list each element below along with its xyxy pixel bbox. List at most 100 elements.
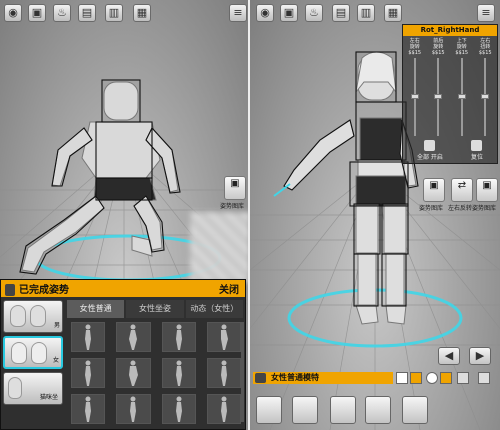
app-screen: ◉ ▣ ♨ ▤ ▥ ▦ ≡ ▣ 姿势图库 已完成姿势 关闭 男 女 猫咪坐 女性…	[0, 0, 500, 430]
avatar	[8, 377, 22, 399]
menu-icon[interactable]: ≡	[477, 4, 495, 22]
layers-icon[interactable]: ▣	[280, 4, 298, 22]
avatar	[11, 342, 27, 364]
pose-library-button[interactable]: ▣	[423, 178, 445, 202]
side-label: 姿势图库	[472, 205, 497, 212]
color-swatch-white[interactable]	[396, 372, 408, 384]
column-value: $$15	[478, 50, 492, 56]
pose-thumbnail[interactable]	[206, 358, 241, 388]
avatar	[31, 342, 47, 364]
reset-button[interactable]: 复位	[471, 140, 483, 161]
rotation-slider[interactable]	[481, 58, 490, 136]
rotation-sliders: 左右 旋转 $$15 前后 旋转 $$15 上下 旋转 $$15 左右 扭转 $…	[403, 36, 497, 136]
tool-swatch-2[interactable]	[478, 372, 490, 384]
pose-thumbnail[interactable]	[161, 394, 196, 424]
tool-swatch[interactable]	[457, 372, 469, 384]
model-label: 女	[52, 357, 59, 364]
pose-thumbnail[interactable]	[116, 358, 151, 388]
menu-icon[interactable]: ≡	[229, 4, 247, 22]
rotation-column: 左右 扭转 $$15	[477, 38, 493, 136]
tab-female-normal[interactable]: 女性普通	[67, 300, 125, 318]
enable-all-label: 全部 开启	[417, 154, 443, 161]
avatar	[10, 305, 26, 327]
model-mode-label: 女性普通模特	[271, 373, 319, 382]
rotation-column: 前后 旋转 $$15	[430, 38, 446, 136]
mannequin-figure[interactable]	[21, 81, 179, 273]
reset-icon	[471, 140, 483, 151]
rotation-slider[interactable]	[457, 58, 466, 136]
slider-knob[interactable]	[481, 94, 490, 99]
model-mode-bar[interactable]: 女性普通模特	[253, 372, 393, 384]
avatar	[30, 305, 46, 327]
left-viewport[interactable]: ◉ ▣ ♨ ▤ ▥ ▦ ≡ ▣ 姿势图库 已完成姿势 关闭 男 女 猫咪坐 女性…	[0, 0, 248, 430]
pose-thumbnail[interactable]	[71, 322, 106, 352]
lock-icon	[424, 140, 436, 151]
column-value: $$15	[455, 50, 469, 56]
pose-tabs: 女性普通 女性坐姿 动态（女性）	[67, 300, 243, 318]
model-label: 猫咪坐	[39, 394, 58, 401]
joint-adjust-button[interactable]	[330, 396, 356, 424]
rotation-slider[interactable]	[434, 58, 443, 136]
cube-icon[interactable]: ▦	[384, 4, 402, 22]
pose-library-button-2[interactable]: ▣	[476, 178, 498, 202]
pose-thumbnail[interactable]	[116, 394, 151, 424]
side-label: 姿势图库	[419, 205, 444, 212]
pose-thumbnail[interactable]	[71, 394, 106, 424]
side-label: 左右反转	[448, 205, 473, 212]
camera-icon[interactable]: ◉	[256, 4, 274, 22]
bag-icon[interactable]: ▥	[105, 4, 123, 22]
camera-icon[interactable]: ◉	[4, 4, 22, 22]
slider-knob[interactable]	[457, 94, 466, 99]
redo-button[interactable]: ▶	[469, 347, 491, 365]
color-swatch-circle[interactable]	[426, 372, 438, 384]
column-value: $$15	[431, 50, 445, 56]
light-icon[interactable]: ♨	[53, 4, 71, 22]
save-image-button[interactable]	[402, 396, 428, 424]
color-swatch-orange-2[interactable]	[440, 372, 452, 384]
thumbnail-scrollbar[interactable]	[241, 322, 244, 422]
rotation-column: 左右 旋转 $$15	[407, 38, 423, 136]
light-icon[interactable]: ♨	[305, 4, 323, 22]
slider-knob[interactable]	[434, 94, 443, 99]
pose-thumbnail[interactable]	[161, 322, 196, 352]
pose-dialog-title: 已完成姿势	[19, 285, 69, 296]
pose-library-label: 姿势图库	[220, 203, 245, 210]
rotation-slider[interactable]	[410, 58, 419, 136]
toggle-display-button[interactable]	[292, 396, 318, 424]
model-male-button[interactable]: 男	[3, 300, 63, 333]
bag-icon[interactable]: ▥	[357, 4, 375, 22]
rotation-panel: Rot_RightHand 左右 旋转 $$15 前后 旋转 $$15 上下 旋…	[402, 24, 498, 164]
scene-icon[interactable]: ▤	[78, 4, 96, 22]
select-part-button[interactable]	[256, 396, 282, 424]
pose-icon	[5, 284, 15, 296]
pose-thumbnail[interactable]	[116, 322, 151, 352]
cube-icon[interactable]: ▦	[133, 4, 151, 22]
person-icon	[255, 373, 266, 383]
layers-icon[interactable]: ▣	[28, 4, 46, 22]
model-female-button[interactable]: 女	[3, 336, 63, 369]
pose-thumbnail[interactable]	[206, 322, 241, 352]
color-swatch-orange[interactable]	[410, 372, 422, 384]
model-label: 男	[53, 322, 60, 329]
pose-thumbnail[interactable]	[161, 358, 196, 388]
rotation-panel-footer: 全部 开启 复位	[403, 136, 497, 161]
rotation-panel-title: Rot_RightHand	[403, 25, 497, 36]
move-button[interactable]	[365, 396, 391, 424]
pose-thumbnail[interactable]	[206, 394, 241, 424]
scene-icon[interactable]: ▤	[332, 4, 350, 22]
pose-library-button[interactable]: ▣	[224, 176, 246, 200]
rotation-column: 上下 旋转 $$15	[454, 38, 470, 136]
pose-dialog: 已完成姿势 关闭 男 女 猫咪坐 女性普通 女性坐姿 动态（女性）	[0, 279, 246, 430]
slider-knob[interactable]	[410, 94, 419, 99]
tab-female-sitting[interactable]: 女性坐姿	[126, 300, 184, 318]
enable-all-button[interactable]: 全部 开启	[417, 140, 443, 161]
pose-thumbnail[interactable]	[71, 358, 106, 388]
model-cat-button[interactable]: 猫咪坐	[3, 372, 63, 405]
tab-female-dynamic[interactable]: 动态（女性）	[185, 300, 243, 318]
pose-dialog-header: 已完成姿势 关闭	[1, 280, 245, 297]
model-list: 男 女 猫咪坐	[3, 300, 65, 408]
close-button[interactable]: 关闭	[219, 281, 239, 296]
blurred-region	[190, 212, 248, 282]
undo-button[interactable]: ◀	[438, 347, 460, 365]
mirror-button[interactable]: ⇄	[451, 178, 473, 202]
